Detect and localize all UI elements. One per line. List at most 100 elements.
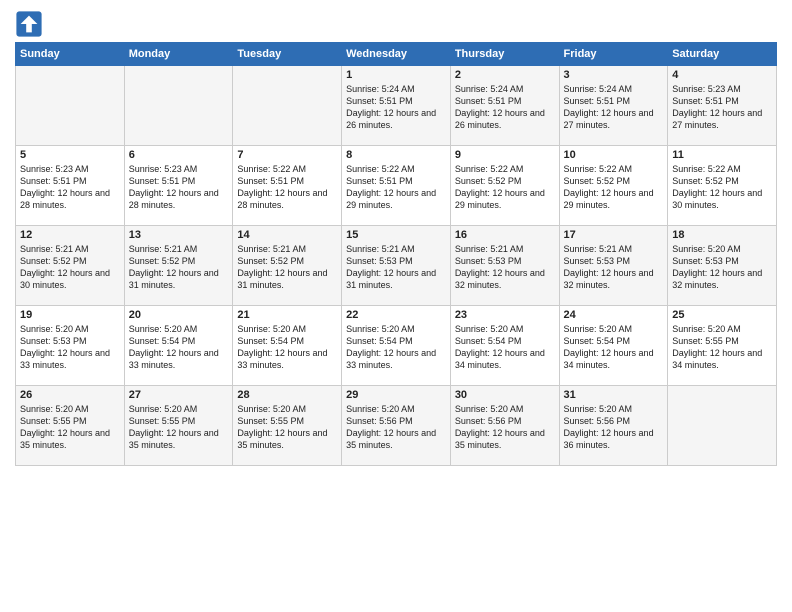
day-info: Sunrise: 5:22 AM Sunset: 5:51 PM Dayligh…	[237, 163, 337, 212]
calendar-cell: 16 Sunrise: 5:21 AM Sunset: 5:53 PM Dayli…	[450, 226, 559, 306]
calendar-cell: 20Sunrise: 5:20 AM Sunset: 5:54 PM Dayli…	[124, 306, 233, 386]
weekday-header: Sunday	[16, 43, 125, 66]
day-number: 31	[564, 389, 664, 401]
day-number: 14	[237, 229, 337, 241]
calendar-cell: 17Sunrise: 5:21 AM Sunset: 5:53 PM Dayli…	[559, 226, 668, 306]
day-info: Sunrise: 5:20 AM Sunset: 5:54 PM Dayligh…	[455, 323, 555, 372]
calendar-cell: 9Sunrise: 5:22 AM Sunset: 5:52 PM Daylig…	[450, 146, 559, 226]
day-info: Sunrise: 5:21 AM Sunset: 5:52 PM Dayligh…	[20, 243, 120, 292]
day-info: Sunrise: 5:20 AM Sunset: 5:55 PM Dayligh…	[672, 323, 772, 372]
day-info: Sunrise: 5:21 AM Sunset: 5:53 PM Dayligh…	[346, 243, 446, 292]
day-number: 9	[455, 149, 555, 161]
day-info: Sunrise: 5:21 AM Sunset: 5:53 PM Dayligh…	[455, 243, 555, 292]
calendar-cell: 3 Sunrise: 5:24 AM Sunset: 5:51 PM Daylig…	[559, 66, 668, 146]
day-info: Sunrise: 5:20 AM Sunset: 5:54 PM Dayligh…	[346, 323, 446, 372]
calendar-week-row: 12 Sunrise: 5:21 AM Sunset: 5:52 PM Dayli…	[16, 226, 777, 306]
calendar-cell: 1 Sunrise: 5:24 AM Sunset: 5:51 PM Daylig…	[342, 66, 451, 146]
calendar-cell: 10 Sunrise: 5:22 AM Sunset: 5:52 PM Dayli…	[559, 146, 668, 226]
day-number: 20	[129, 309, 229, 321]
day-number: 13	[129, 229, 229, 241]
day-number: 8	[346, 149, 446, 161]
calendar-cell: 25Sunrise: 5:20 AM Sunset: 5:55 PM Dayli…	[668, 306, 777, 386]
calendar-cell: 12 Sunrise: 5:21 AM Sunset: 5:52 PM Dayli…	[16, 226, 125, 306]
calendar-cell: 5 Sunrise: 5:23 AM Sunset: 5:51 PM Daylig…	[16, 146, 125, 226]
day-info: Sunrise: 5:20 AM Sunset: 5:55 PM Dayligh…	[20, 403, 120, 452]
calendar-cell: 27 Sunrise: 5:20 AM Sunset: 5:55 PM Dayli…	[124, 386, 233, 466]
calendar-cell: 24Sunrise: 5:20 AM Sunset: 5:54 PM Dayli…	[559, 306, 668, 386]
day-number: 28	[237, 389, 337, 401]
day-info: Sunrise: 5:24 AM Sunset: 5:51 PM Dayligh…	[346, 83, 446, 132]
calendar-cell: 8 Sunrise: 5:22 AM Sunset: 5:51 PM Daylig…	[342, 146, 451, 226]
calendar-week-row: 19 Sunrise: 5:20 AM Sunset: 5:53 PM Dayli…	[16, 306, 777, 386]
weekday-header: Thursday	[450, 43, 559, 66]
day-info: Sunrise: 5:20 AM Sunset: 5:53 PM Dayligh…	[20, 323, 120, 372]
weekday-header-row: SundayMondayTuesdayWednesdayThursdayFrid…	[16, 43, 777, 66]
weekday-header: Monday	[124, 43, 233, 66]
day-number: 22	[346, 309, 446, 321]
day-info: Sunrise: 5:22 AM Sunset: 5:52 PM Dayligh…	[672, 163, 772, 212]
day-info: Sunrise: 5:20 AM Sunset: 5:54 PM Dayligh…	[237, 323, 337, 372]
calendar-cell	[668, 386, 777, 466]
day-number: 21	[237, 309, 337, 321]
day-info: Sunrise: 5:22 AM Sunset: 5:52 PM Dayligh…	[564, 163, 664, 212]
day-number: 5	[20, 149, 120, 161]
day-number: 23	[455, 309, 555, 321]
day-info: Sunrise: 5:24 AM Sunset: 5:51 PM Dayligh…	[455, 83, 555, 132]
calendar-cell: 31 Sunrise: 5:20 AM Sunset: 5:56 PM Dayli…	[559, 386, 668, 466]
calendar-cell: 28 Sunrise: 5:20 AM Sunset: 5:55 PM Dayli…	[233, 386, 342, 466]
calendar-table: SundayMondayTuesdayWednesdayThursdayFrid…	[15, 42, 777, 466]
calendar-cell	[233, 66, 342, 146]
calendar-cell: 19 Sunrise: 5:20 AM Sunset: 5:53 PM Dayli…	[16, 306, 125, 386]
weekday-header: Friday	[559, 43, 668, 66]
day-number: 7	[237, 149, 337, 161]
day-number: 27	[129, 389, 229, 401]
page-container: SundayMondayTuesdayWednesdayThursdayFrid…	[0, 0, 792, 476]
day-number: 1	[346, 69, 446, 81]
calendar-cell: 7 Sunrise: 5:22 AM Sunset: 5:51 PM Daylig…	[233, 146, 342, 226]
day-info: Sunrise: 5:20 AM Sunset: 5:56 PM Dayligh…	[564, 403, 664, 452]
calendar-cell: 22 Sunrise: 5:20 AM Sunset: 5:54 PM Dayli…	[342, 306, 451, 386]
weekday-header: Saturday	[668, 43, 777, 66]
day-info: Sunrise: 5:20 AM Sunset: 5:56 PM Dayligh…	[346, 403, 446, 452]
day-info: Sunrise: 5:23 AM Sunset: 5:51 PM Dayligh…	[20, 163, 120, 212]
day-number: 30	[455, 389, 555, 401]
calendar-cell: 26 Sunrise: 5:20 AM Sunset: 5:55 PM Dayli…	[16, 386, 125, 466]
calendar-cell: 21 Sunrise: 5:20 AM Sunset: 5:54 PM Dayli…	[233, 306, 342, 386]
calendar-week-row: 26 Sunrise: 5:20 AM Sunset: 5:55 PM Dayli…	[16, 386, 777, 466]
day-info: Sunrise: 5:21 AM Sunset: 5:52 PM Dayligh…	[129, 243, 229, 292]
day-number: 3	[564, 69, 664, 81]
day-number: 4	[672, 69, 772, 81]
day-number: 24	[564, 309, 664, 321]
day-number: 11	[672, 149, 772, 161]
calendar-cell: 23 Sunrise: 5:20 AM Sunset: 5:54 PM Dayli…	[450, 306, 559, 386]
header	[15, 10, 777, 38]
day-number: 2	[455, 69, 555, 81]
day-number: 17	[564, 229, 664, 241]
day-info: Sunrise: 5:20 AM Sunset: 5:56 PM Dayligh…	[455, 403, 555, 452]
day-info: Sunrise: 5:20 AM Sunset: 5:55 PM Dayligh…	[237, 403, 337, 452]
day-info: Sunrise: 5:22 AM Sunset: 5:51 PM Dayligh…	[346, 163, 446, 212]
day-number: 29	[346, 389, 446, 401]
calendar-cell	[16, 66, 125, 146]
day-info: Sunrise: 5:24 AM Sunset: 5:51 PM Dayligh…	[564, 83, 664, 132]
calendar-cell: 13 Sunrise: 5:21 AM Sunset: 5:52 PM Dayli…	[124, 226, 233, 306]
day-info: Sunrise: 5:20 AM Sunset: 5:53 PM Dayligh…	[672, 243, 772, 292]
day-info: Sunrise: 5:23 AM Sunset: 5:51 PM Dayligh…	[129, 163, 229, 212]
day-number: 18	[672, 229, 772, 241]
calendar-cell: 29 Sunrise: 5:20 AM Sunset: 5:56 PM Dayli…	[342, 386, 451, 466]
day-info: Sunrise: 5:20 AM Sunset: 5:55 PM Dayligh…	[129, 403, 229, 452]
calendar-cell: 2 Sunrise: 5:24 AM Sunset: 5:51 PM Daylig…	[450, 66, 559, 146]
day-number: 26	[20, 389, 120, 401]
calendar-cell: 30 Sunrise: 5:20 AM Sunset: 5:56 PM Dayli…	[450, 386, 559, 466]
weekday-header: Tuesday	[233, 43, 342, 66]
logo	[15, 10, 47, 38]
day-number: 16	[455, 229, 555, 241]
day-number: 15	[346, 229, 446, 241]
calendar-cell: 6 Sunrise: 5:23 AM Sunset: 5:51 PM Daylig…	[124, 146, 233, 226]
calendar-cell: 4 Sunrise: 5:23 AM Sunset: 5:51 PM Daylig…	[668, 66, 777, 146]
day-number: 19	[20, 309, 120, 321]
day-number: 10	[564, 149, 664, 161]
day-number: 6	[129, 149, 229, 161]
day-info: Sunrise: 5:23 AM Sunset: 5:51 PM Dayligh…	[672, 83, 772, 132]
day-number: 12	[20, 229, 120, 241]
